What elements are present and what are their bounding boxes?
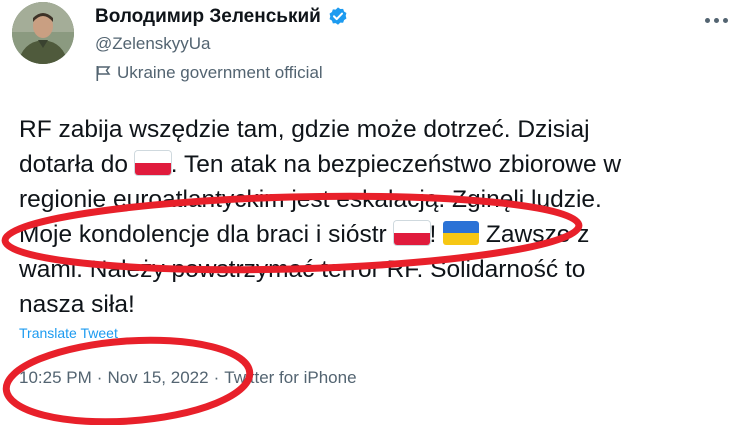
tweet-time[interactable]: 10:25 PM <box>19 368 92 388</box>
government-label-text: Ukraine government official <box>117 63 323 82</box>
verified-badge-icon <box>329 7 347 25</box>
government-label[interactable]: Ukraine government official <box>95 63 323 83</box>
tweet-line-2: dotarła do . Ten atak na bezpieczeństwo … <box>19 147 739 182</box>
more-options-icon[interactable] <box>702 10 730 30</box>
tweet-line-4-a: Moje kondolencje dla braci i sióstr <box>19 221 394 248</box>
author-name-row[interactable]: Володимир Зеленський <box>95 4 349 30</box>
author-name[interactable]: Володимир Зеленський <box>95 6 321 28</box>
avatar[interactable] <box>12 2 74 64</box>
tweet-line-2-b: . Ten atak na bezpieczeństwo zbiorowe w <box>170 151 622 178</box>
poland-flag-emoji <box>393 221 430 245</box>
tweet-line-3: regionie euroatlantyckim jest eskalacją.… <box>19 186 602 213</box>
tweet-text: RF zabija wszędzie tam, gdzie może dotrz… <box>19 112 739 322</box>
tweet-line-1: RF zabija wszędzie tam, gdzie może dotrz… <box>19 116 590 143</box>
tweet-line-4: Moje kondolencje dla braci i sióstr ! Za… <box>19 217 739 252</box>
translate-tweet-link[interactable]: Translate Tweet <box>19 325 118 341</box>
poland-flag-emoji <box>134 151 171 175</box>
tweet-source[interactable]: Twitter for iPhone <box>224 368 356 388</box>
tweet-date[interactable]: Nov 15, 2022 <box>107 368 208 388</box>
avatar-image <box>12 2 74 64</box>
ukraine-flag-emoji <box>443 221 480 245</box>
government-flag-icon <box>96 65 111 81</box>
meta-separator: · <box>96 368 103 387</box>
author-handle[interactable]: @ZelenskyyUa <box>95 34 211 54</box>
tweet-line-4-b: ! <box>429 221 444 248</box>
meta-separator: · <box>213 368 220 387</box>
tweet-line-4-c: Zawsze z <box>479 221 590 248</box>
tweet-meta: 10:25 PM · Nov 15, 2022 · Twitter for iP… <box>19 368 357 388</box>
tweet-line-5: wami. Należy powstrzymać terror RF. Soli… <box>19 256 586 283</box>
tweet-line-6: nasza siła! <box>19 291 135 318</box>
tweet-line-2-a: dotarła do <box>19 151 135 178</box>
